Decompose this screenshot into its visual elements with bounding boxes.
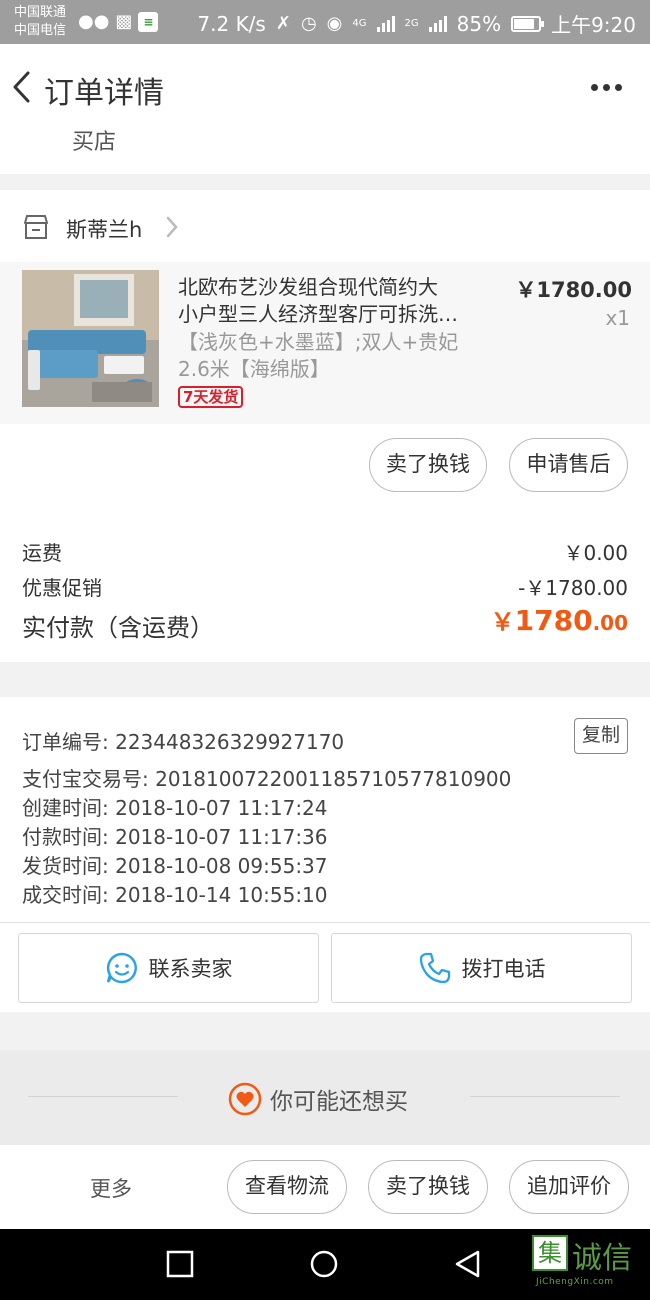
wechat-icon: ●● [78,11,110,32]
address-partial-text: 买店 [72,130,117,155]
recommend-header: 你可能还想买 [0,1050,650,1145]
carrier-2: 中国电信 [14,23,67,38]
order-number: 订单编号: 223448326329927170 [22,730,345,754]
back-arrow-icon[interactable] [10,70,36,104]
notification-icons: ●● ▩ ≡ [78,11,159,32]
product-price: ￥1780.00 [515,278,632,302]
total-integer: 1780 [514,604,593,637]
alarm-icon: ◷ [300,12,317,34]
system-nav-bar: 集 诚信 JiChengXin.com [0,1229,650,1300]
signal-icon [376,15,395,32]
total-value: ￥1780.00 [491,602,628,637]
product-title-line-2: 小户型三人经济型客厅可拆洗… [178,302,458,326]
completed-time: 成交时间: 2018-10-14 10:55:10 [22,883,328,907]
shipping-value: ￥0.00 [563,541,628,565]
app-notification-icon: ≡ [138,12,159,32]
status-right: 7.2 K/s ✗ ◷ ◉ 4G 2G 85% 上午9:20 [197,9,636,38]
more-button[interactable]: 更多 [90,1173,132,1203]
divider-right [470,1096,620,1097]
shipped-time: 发货时间: 2018-10-08 09:55:37 [22,854,328,878]
nav-bar: 订单详情 [0,44,650,130]
shipping-label: 运费 [22,541,62,565]
shop-name[interactable]: 斯蒂兰h [66,214,142,244]
truck-icon: ▩ [115,11,133,32]
recent-apps-icon[interactable] [165,1249,195,1279]
home-icon[interactable] [309,1249,339,1279]
resell-button-bottom[interactable]: 卖了换钱 [368,1160,488,1214]
product-title-line-1: 北欧布艺沙发组合现代简约大 [178,275,438,299]
clock: 上午9:20 [551,13,636,37]
total-label: 实付款（含运费） [22,614,214,642]
network-type-2: 2G [404,18,419,29]
back-triangle-icon[interactable] [453,1249,483,1279]
battery-icon [511,15,545,32]
page-title: 订单详情 [44,76,164,111]
created-time: 创建时间: 2018-10-07 11:17:24 [22,796,328,820]
battery-percent: 85% [456,11,502,36]
phone-icon [419,952,450,984]
add-review-button[interactable]: 追加评价 [509,1160,629,1214]
carrier-1: 中国联通 [14,5,67,20]
shop-card: 斯蒂兰h 北欧布艺沙发组合现代简约大 小户型三人经济型客厅可拆洗… 【浅灰色+水… [0,190,650,506]
mute-icon: ✗ [275,12,291,34]
eye-icon: ◉ [326,12,343,34]
total-currency: ￥ [490,608,515,636]
paid-time: 付款时间: 2018-10-07 11:17:36 [22,825,328,849]
contact-seller-button[interactable]: 联系卖家 [18,933,319,1003]
resell-button[interactable]: 卖了换钱 [369,438,487,492]
watermark: 集 诚信 JiChengXin.com [532,1231,644,1297]
call-phone-label: 拨打电话 [461,957,546,981]
copy-button[interactable]: 复制 [574,718,628,754]
total-decimal: .00 [592,611,628,635]
alipay-trade-number: 支付宝交易号: 2018100722001185710577810900 [22,767,512,791]
status-bar: 中国联通 中国电信 ●● ▩ ≡ 7.2 K/s ✗ ◷ ◉ 4G 2G 85%… [0,0,650,44]
product-item[interactable]: 北欧布艺沙发组合现代简约大 小户型三人经济型客厅可拆洗… 【浅灰色+水墨蓝】;双… [0,262,650,424]
after-sales-button[interactable]: 申请售后 [509,438,628,492]
heart-icon [228,1082,262,1116]
address-section: 买店 [0,130,650,174]
bottom-action-bar: 更多 查看物流 卖了换钱 追加评价 [0,1145,650,1229]
discount-label: 优惠促销 [22,576,102,600]
product-spec-line-1: 【浅灰色+水墨蓝】;双人+贵妃 [178,330,459,354]
contact-seller-label: 联系卖家 [148,957,233,981]
discount-value: -￥1780.00 [518,576,628,600]
watermark-logo: 集 [532,1235,568,1271]
chat-smile-icon [106,952,137,984]
product-spec-line-2: 2.6米【海绵版】 [178,357,330,381]
product-title[interactable]: 北欧布艺沙发组合现代简约大 小户型三人经济型客厅可拆洗… [178,274,478,328]
shop-icon [24,215,48,239]
call-phone-button[interactable]: 拨打电话 [331,933,632,1003]
product-image[interactable] [22,270,159,407]
product-quantity: x1 [605,306,630,330]
network-speed: 7.2 K/s [197,11,266,36]
signal-icon-2 [428,15,447,32]
more-options-icon[interactable] [591,84,622,91]
chevron-right-icon [166,216,178,238]
shop-header[interactable]: 斯蒂兰h [0,190,650,262]
watermark-sub: JiChengXin.com [536,1277,614,1287]
network-type-1: 4G [352,18,367,29]
divider-left [28,1096,178,1097]
watermark-text: 诚信 [572,1241,632,1276]
order-info: 订单编号: 223448326329927170 复制 支付宝交易号: 2018… [0,697,650,1012]
carrier-info: 中国联通 中国电信 [14,4,66,40]
price-summary: 运费 ￥0.00 优惠促销 -￥1780.00 实付款（含运费） ￥1780.0… [0,506,650,662]
view-logistics-button[interactable]: 查看物流 [227,1160,347,1214]
divider [0,922,650,923]
recommend-title: 你可能还想买 [270,1089,408,1115]
shipping-badge: 7天发货 [178,386,244,408]
product-spec: 【浅灰色+水墨蓝】;双人+贵妃 2.6米【海绵版】 [178,329,478,383]
